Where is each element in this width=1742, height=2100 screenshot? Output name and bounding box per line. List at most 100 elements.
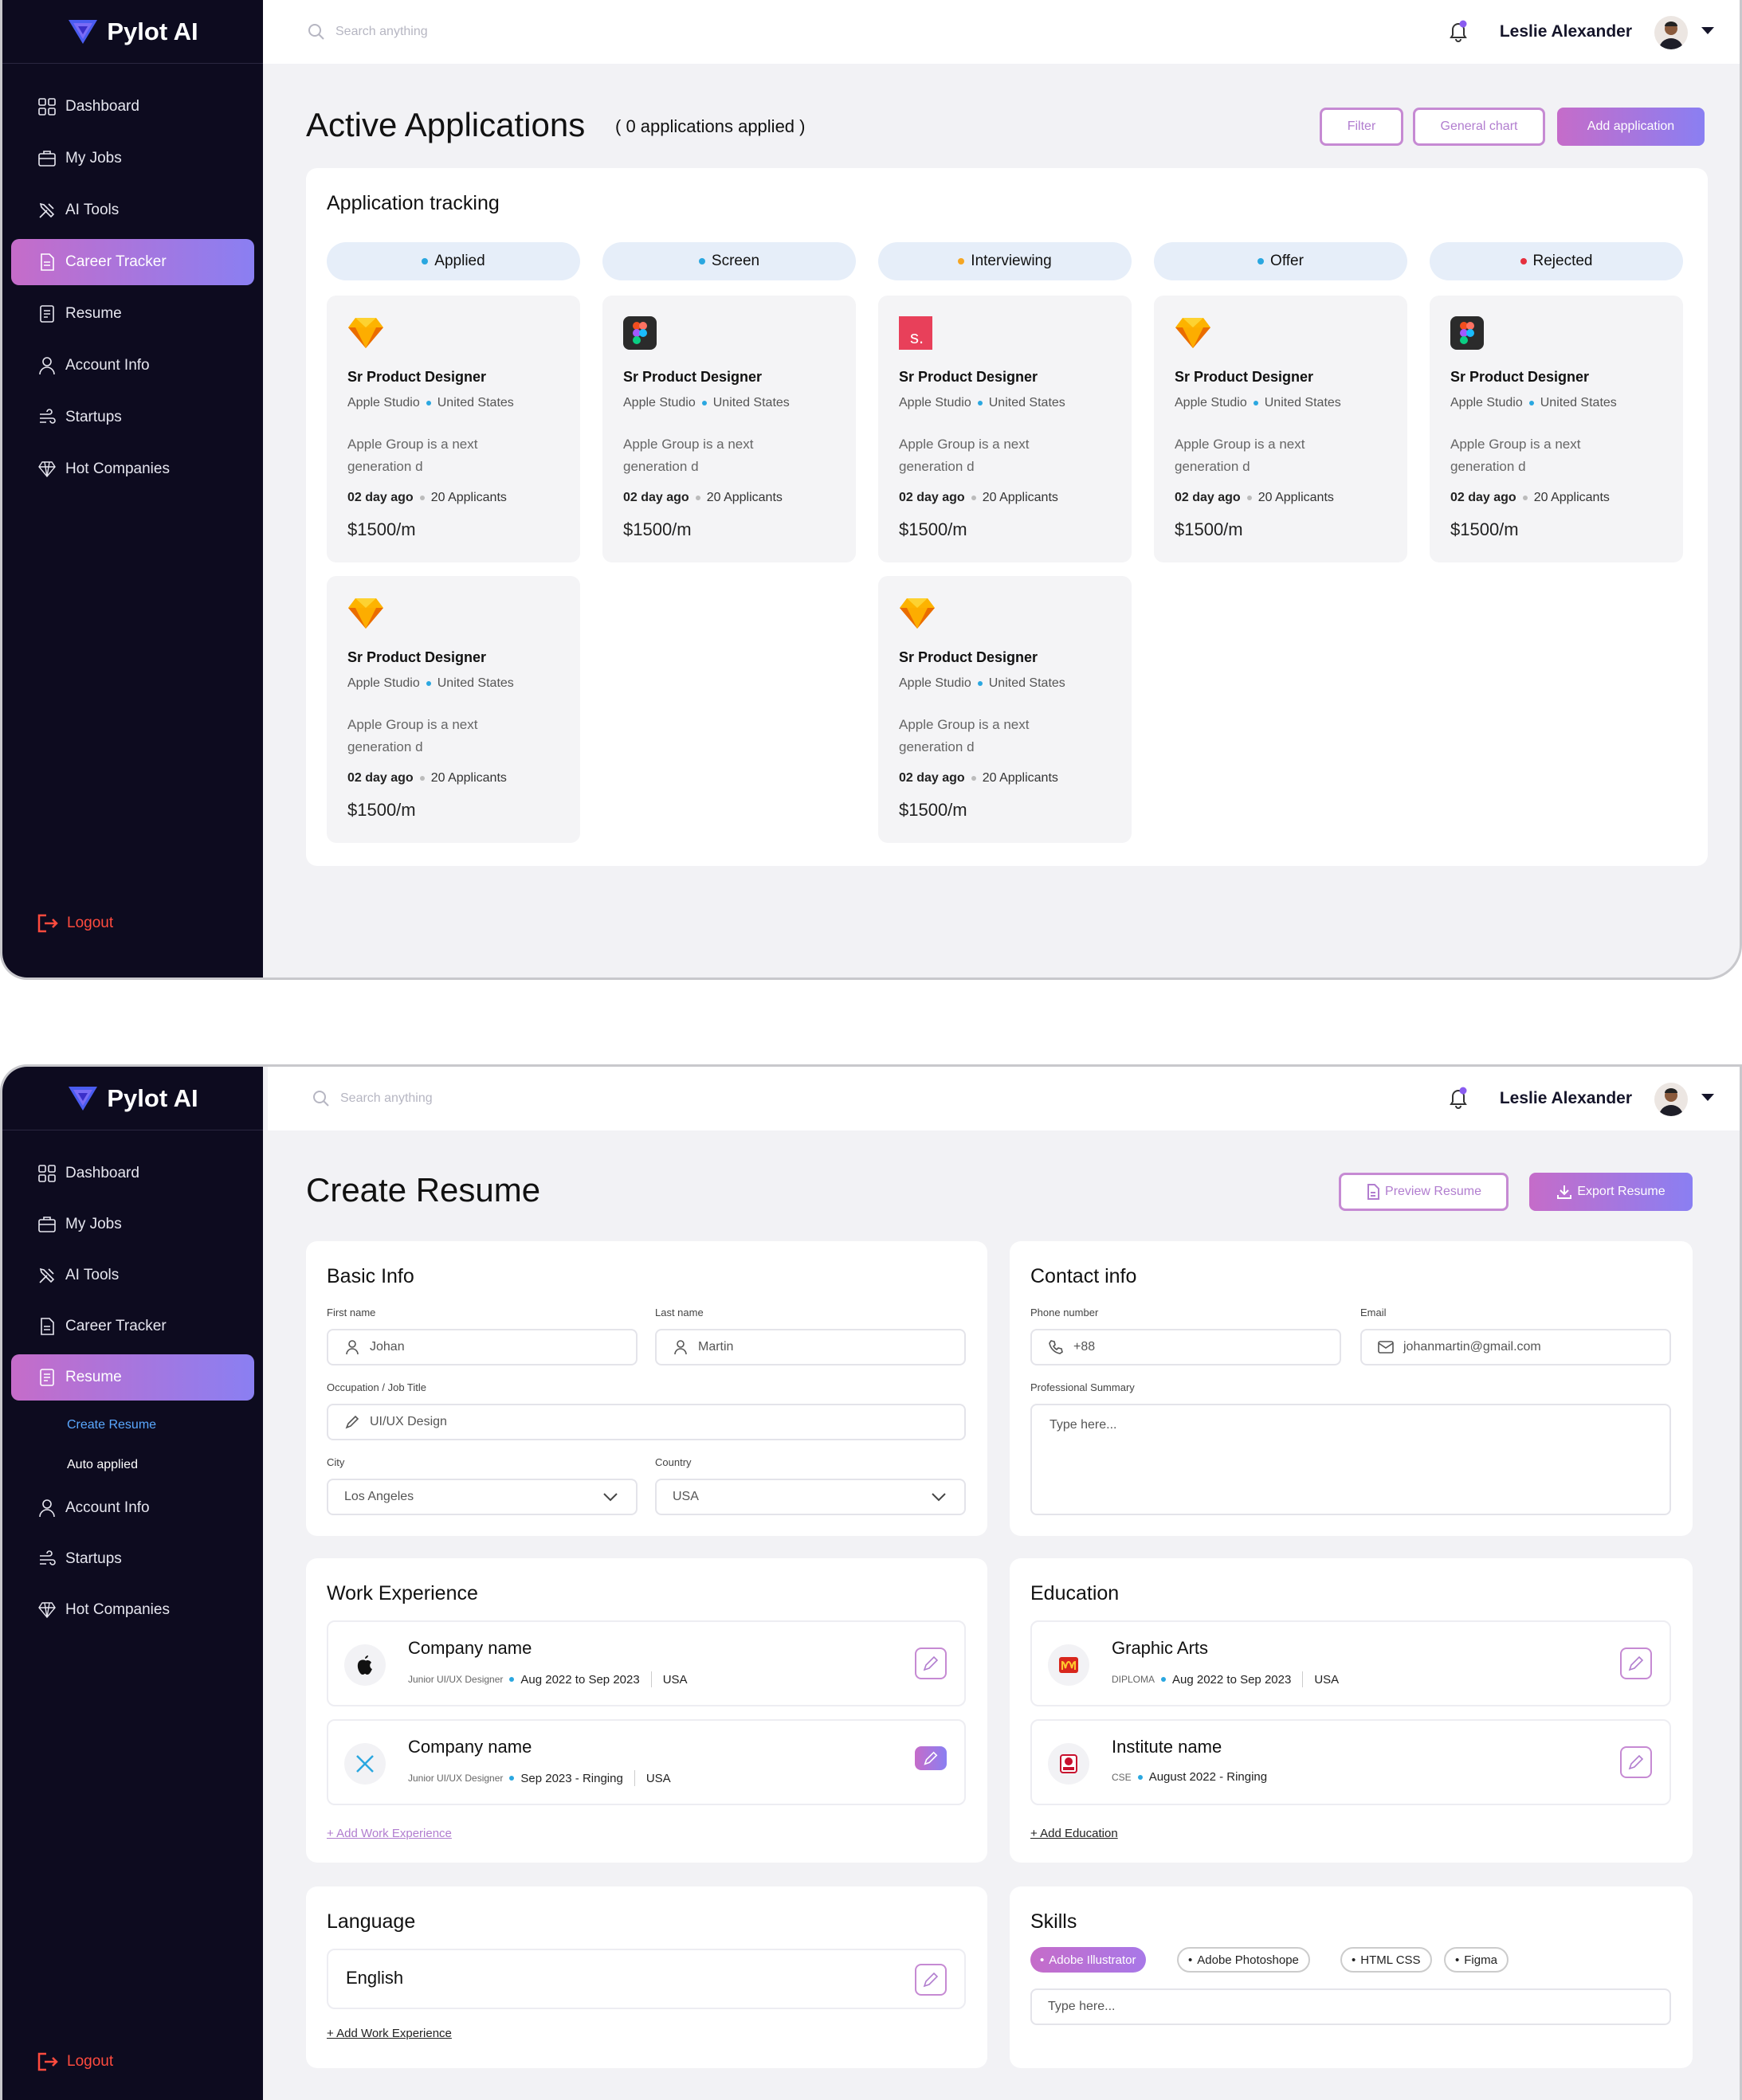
general-chart-button[interactable]: General chart — [1413, 108, 1545, 146]
summary-textarea[interactable]: Type here... — [1030, 1404, 1671, 1515]
startups-icon — [37, 1549, 57, 1569]
sidebar-item[interactable]: Dashboard — [11, 1150, 254, 1197]
pylot-logo-icon — [69, 1086, 98, 1111]
sidebar-item[interactable]: Career Tracker — [11, 1303, 254, 1350]
top-bar: Search anything Leslie Alexander — [263, 0, 1740, 64]
pencil-icon — [1628, 1655, 1644, 1671]
phone-label: Phone number — [1030, 1307, 1099, 1318]
status-column-header[interactable]: Applied — [327, 242, 580, 280]
job-card[interactable]: Sr Product Designer Apple Studio United St… — [1154, 296, 1407, 562]
chevron-down-icon[interactable] — [1701, 1094, 1714, 1101]
brand-logo[interactable]: Pylot AI — [2, 0, 263, 64]
sidebar-item[interactable]: Hot Companies — [11, 1587, 254, 1633]
user-name[interactable]: Leslie Alexander — [1500, 22, 1632, 41]
phone-field[interactable]: +88 — [1030, 1329, 1341, 1365]
diamond-icon — [37, 459, 57, 480]
avatar[interactable] — [1654, 1083, 1688, 1116]
sidebar-item-label: Hot Companies — [65, 1601, 170, 1618]
sidebar-item[interactable]: Resume — [11, 291, 254, 337]
sidebar: Pylot AI Dashboard My Jobs AI Tools Career … — [2, 1067, 263, 2100]
last-name-field[interactable]: Martin — [655, 1329, 966, 1365]
sidebar-item[interactable]: Account Info — [11, 343, 254, 389]
filter-button[interactable]: Filter — [1320, 108, 1403, 146]
sidebar-item[interactable]: AI Tools — [11, 187, 254, 233]
career-tracker-screen: Pylot AI Dashboard My Jobs AI Tools Career … — [0, 0, 1742, 980]
edit-button[interactable] — [915, 1746, 947, 1770]
add-education-link[interactable]: + Add Education — [1030, 1827, 1118, 1840]
applicants-count: 20 Applicants — [1533, 491, 1610, 504]
status-column-header[interactable]: Screen — [602, 242, 856, 280]
search-icon — [313, 1091, 329, 1107]
job-card[interactable]: Sr Product Designer Apple Studio United St… — [327, 296, 580, 562]
notification-bell-icon[interactable] — [1448, 1086, 1469, 1114]
education-item[interactable]: Graphic Arts DIPLOMA Aug 2022 to Sep 202… — [1030, 1620, 1671, 1706]
status-column-header[interactable]: Offer — [1154, 242, 1407, 280]
add-language-link[interactable]: + Add Work Experience — [327, 2027, 452, 2040]
degree: DIPLOMA — [1112, 1674, 1155, 1685]
skill-tag[interactable]: • HTML CSS — [1340, 1947, 1432, 1973]
skill-tag[interactable]: • Adobe Photoshope — [1177, 1947, 1310, 1973]
sidebar-item-label: Career Tracker — [65, 1318, 167, 1334]
work-experience-card: Work Experience Company name Junior UI/U… — [306, 1558, 987, 1863]
sidebar-item[interactable]: Startups — [11, 1536, 254, 1582]
email-field[interactable]: johanmartin@gmail.com — [1360, 1329, 1671, 1365]
logout-button[interactable]: Logout — [37, 913, 113, 934]
sidebar-item[interactable]: Resume — [11, 1354, 254, 1401]
work-item[interactable]: Company name Junior UI/UX Designer Sep 2… — [327, 1719, 966, 1805]
status-column-header[interactable]: Rejected — [1430, 242, 1683, 280]
user-name[interactable]: Leslie Alexander — [1500, 1089, 1632, 1108]
preview-resume-button[interactable]: Preview Resume — [1339, 1173, 1509, 1211]
search-input[interactable]: Search anything — [307, 22, 428, 41]
city-select[interactable]: Los Angeles — [327, 1479, 638, 1515]
notification-bell-icon[interactable] — [1448, 19, 1469, 47]
add-work-experience-link[interactable]: + Add Work Experience — [327, 1827, 452, 1840]
sidebar-item[interactable]: Career Tracker — [11, 239, 254, 285]
brand-name: Pylot AI — [107, 1083, 198, 1112]
pencil-icon — [923, 1972, 939, 1988]
sidebar-subitem[interactable]: Create Resume — [2, 1405, 263, 1445]
edit-button[interactable] — [1620, 1647, 1652, 1679]
work-period: Aug 2022 to Sep 2023 — [520, 1672, 640, 1687]
sidebar-item[interactable]: Hot Companies — [11, 446, 254, 492]
avatar[interactable] — [1654, 16, 1688, 49]
job-card[interactable]: Sr Product Designer Apple Studio United St… — [327, 576, 580, 843]
edit-button[interactable] — [915, 1647, 947, 1679]
document-icon — [37, 252, 57, 272]
figma-logo-icon — [1450, 316, 1487, 353]
job-card[interactable]: Sr Product Designer Apple Studio United St… — [1430, 296, 1683, 562]
brand-logo[interactable]: Pylot AI — [2, 1067, 263, 1130]
add-application-button[interactable]: Add application — [1557, 108, 1705, 146]
country-select[interactable]: USA — [655, 1479, 966, 1515]
sidebar-item[interactable]: Dashboard — [11, 84, 254, 130]
logout-button[interactable]: Logout — [37, 2051, 113, 2072]
job-card[interactable]: Sr Product Designer Apple Studio United St… — [602, 296, 856, 562]
sidebar-item[interactable]: AI Tools — [11, 1252, 254, 1299]
sidebar-item[interactable]: Startups — [11, 394, 254, 441]
export-resume-button[interactable]: Export Resume — [1529, 1173, 1693, 1211]
job-card[interactable]: s. Sr Product Designer Apple Studio United … — [878, 296, 1132, 562]
status-column-header[interactable]: Interviewing — [878, 242, 1132, 280]
chevron-down-icon[interactable] — [1701, 27, 1714, 34]
edit-button[interactable] — [915, 1964, 947, 1996]
skill-tag[interactable]: • Figma — [1444, 1947, 1509, 1973]
company-name: Company name — [408, 1737, 532, 1757]
language-item[interactable]: English — [327, 1949, 966, 2009]
edit-button[interactable] — [1620, 1746, 1652, 1778]
education-item[interactable]: Institute name CSE August 2022 - Ringing — [1030, 1719, 1671, 1805]
sidebar-item[interactable]: My Jobs — [11, 1201, 254, 1248]
sidebar-item-label: Dashboard — [65, 1165, 139, 1181]
briefcase-icon — [37, 148, 57, 169]
salary: $1500/m — [347, 800, 416, 820]
sidebar-subitem[interactable]: Auto applied — [2, 1445, 263, 1485]
last-name-label: Last name — [655, 1307, 704, 1318]
sidebar-item[interactable]: My Jobs — [11, 135, 254, 182]
skill-tag[interactable]: • Adobe Illustrator — [1030, 1947, 1146, 1973]
skills-input[interactable]: Type here... — [1030, 1988, 1671, 2025]
occupation-field[interactable]: UI/UX Design — [327, 1404, 966, 1440]
first-name-field[interactable]: Johan — [327, 1329, 638, 1365]
work-item[interactable]: Company name Junior UI/UX Designer Aug 2… — [327, 1620, 966, 1706]
job-card[interactable]: Sr Product Designer Apple Studio United St… — [878, 576, 1132, 843]
search-input[interactable]: Search anything — [312, 1089, 433, 1108]
applicants-count: 20 Applicants — [706, 491, 783, 504]
sidebar-item[interactable]: Account Info — [11, 1485, 254, 1531]
